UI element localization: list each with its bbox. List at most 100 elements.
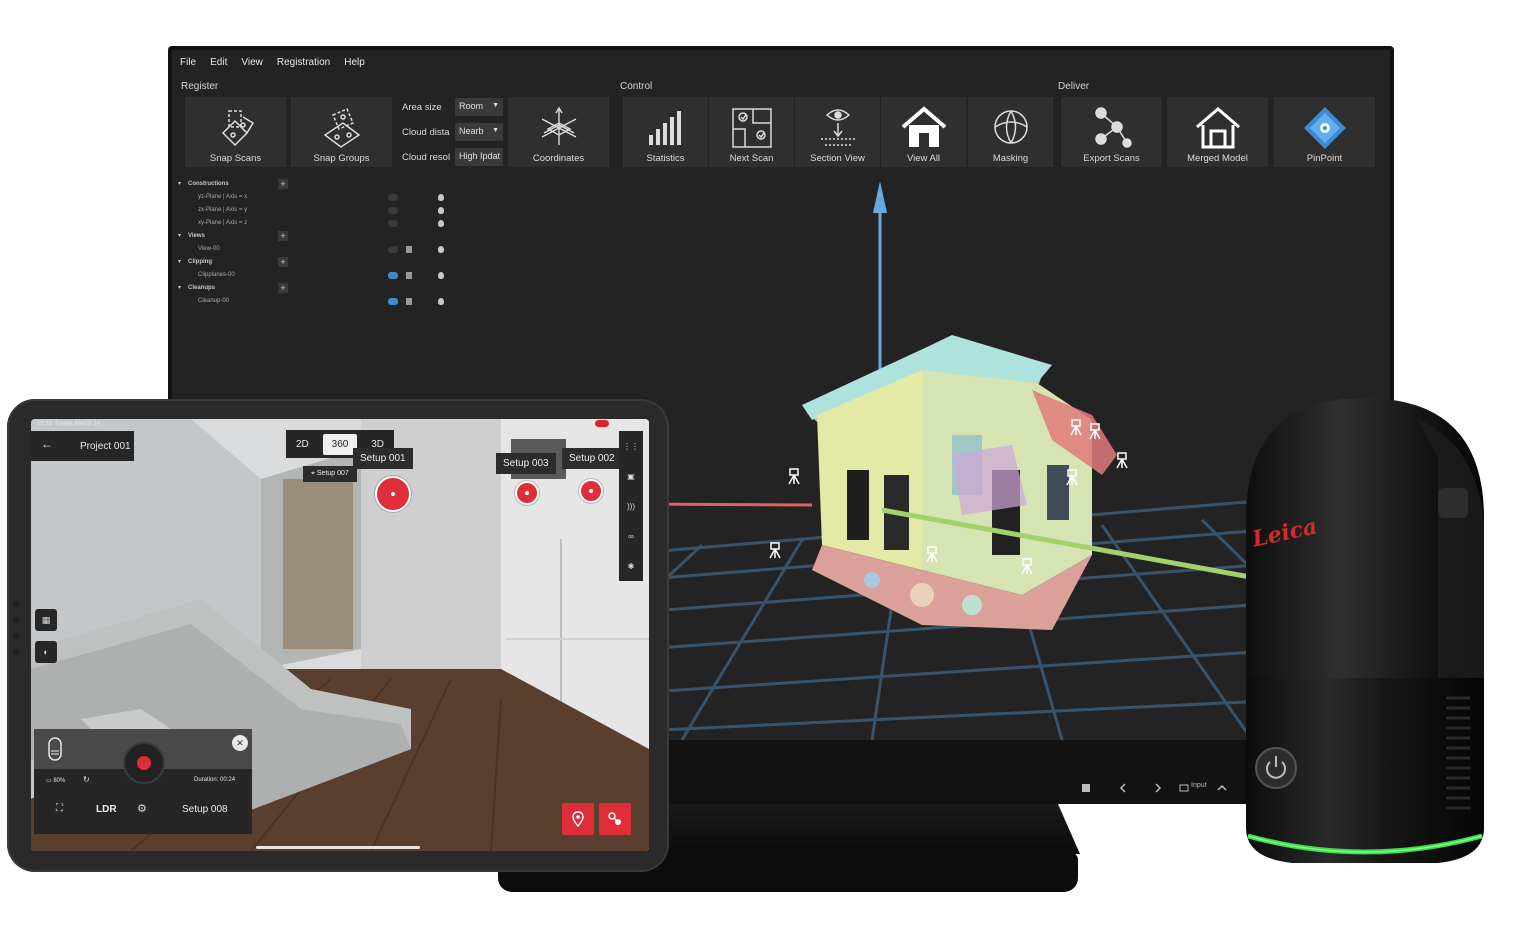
section-view-button[interactable]: Section View [795, 97, 880, 167]
floorplan-icon [731, 108, 772, 148]
menu-bar: File Edit View Registration Help [172, 50, 1390, 74]
record-scan-button[interactable] [123, 742, 165, 784]
object-tree: ▾ Constructions + yz-Plane | Axis = x zx… [176, 178, 446, 308]
color-drop-icon[interactable] [438, 246, 444, 253]
tree-group-cleanups[interactable]: ▾ Cleanups + [176, 282, 446, 295]
ribbon-group-deliver: Deliver [1058, 81, 1090, 92]
add-icon[interactable]: + [278, 257, 288, 267]
setup-001-pin[interactable] [375, 476, 411, 512]
setup-007-label: Setup 007 [316, 470, 349, 477]
tree-item-xy-plane[interactable]: xy-Plane | Axis = z [176, 217, 446, 230]
scan-duration: Duration: 00:24 [194, 777, 236, 783]
link-setups-button[interactable] [599, 803, 631, 835]
refresh-icon[interactable]: ↻ [83, 775, 90, 784]
chevron-down-icon: ▼ [492, 127, 499, 134]
setup-003-tag[interactable]: Setup 003 [496, 453, 556, 474]
tree-item-label: Cleanup-00 [198, 298, 230, 304]
tree-group-views[interactable]: ▾ Views + [176, 230, 446, 243]
ldr-toggle[interactable]: LDR [96, 804, 117, 815]
cloud-distance-value: Nearb [459, 126, 484, 136]
eye-icon[interactable] [388, 220, 398, 227]
coordinates-button[interactable]: Coordinates [508, 97, 609, 167]
export-scans-button[interactable]: Export Scans [1061, 97, 1162, 167]
project-header: ← Project 001 [31, 431, 134, 461]
masking-button[interactable]: Masking [968, 97, 1053, 167]
tree-group-clipping[interactable]: ▾ Clipping + [176, 256, 446, 269]
tree-item-yz-plane[interactable]: yz-Plane | Axis = x [176, 191, 446, 204]
chevron-down-icon: ▼ [492, 102, 499, 109]
tree-item-label: zx-Plane | Axis = y [198, 207, 248, 213]
tripod-icon [1116, 452, 1128, 469]
signal-icon[interactable]: ))) [627, 502, 635, 511]
merged-model-button[interactable]: Merged Model [1167, 97, 1268, 167]
eye-icon[interactable] [388, 246, 398, 253]
mode-2d[interactable]: 2D [290, 435, 315, 454]
menu-edit[interactable]: Edit [210, 57, 227, 68]
trash-icon[interactable] [406, 298, 412, 305]
link-nodes-icon [608, 812, 621, 825]
monitor-stand-neck [640, 804, 1080, 854]
color-drop-icon[interactable] [438, 272, 444, 279]
link-icon[interactable]: ∞ [628, 532, 634, 541]
trash-icon[interactable] [406, 272, 412, 279]
z-axis-arrow [873, 181, 887, 213]
view-all-label: View All [906, 153, 941, 164]
eye-icon[interactable] [388, 207, 398, 214]
tree-item-clipplanes-00[interactable]: Clipplanes-00 [176, 269, 446, 282]
menu-registration[interactable]: Registration [277, 57, 330, 68]
input-label[interactable]: Input [1191, 782, 1207, 789]
tree-item-view-00[interactable]: View-00 [176, 243, 446, 256]
snap-scans-button[interactable]: Snap Scans [185, 97, 286, 167]
eye-icon[interactable] [388, 272, 398, 279]
view-all-button[interactable]: View All [881, 97, 966, 167]
merged-model-label: Merged Model [1187, 153, 1248, 164]
grid-icon[interactable]: ⋮⋮ [623, 442, 639, 451]
focus-icon[interactable]: ⛶ [56, 803, 63, 814]
eye-icon[interactable] [388, 298, 398, 305]
gear-icon[interactable]: ✱ [628, 562, 635, 571]
trash-icon[interactable] [406, 246, 412, 253]
cloud-distance-select[interactable]: Nearb ▼ [455, 123, 503, 141]
setup-007-tag[interactable]: ⌖ Setup 007 [303, 466, 357, 482]
setup-001-tag[interactable]: Setup 001 [353, 448, 413, 469]
next-setup-label: Setup 008 [182, 804, 228, 815]
color-drop-icon[interactable] [438, 220, 444, 227]
color-drop-icon[interactable] [438, 298, 444, 305]
globe-icon [993, 110, 1028, 144]
tree-item-label: yz-Plane | Axis = x [198, 194, 248, 200]
gear-icon[interactable]: ⚙ [137, 802, 147, 815]
pinpoint-button[interactable]: PinPoint [1274, 97, 1375, 167]
recording-indicator [595, 420, 609, 427]
color-drop-icon[interactable] [438, 194, 444, 201]
menu-view[interactable]: View [241, 57, 263, 68]
next-scan-button[interactable]: Next Scan [709, 97, 794, 167]
layout-icon[interactable]: ▦ [35, 609, 57, 631]
share-nodes-icon [1094, 107, 1132, 148]
cloud-resolution-select[interactable]: High Ipdat [455, 148, 503, 166]
layers-icon[interactable]: ◐ [35, 641, 57, 663]
scanner-battery: ▭ 80% [46, 778, 66, 784]
add-icon[interactable]: + [278, 231, 288, 241]
snap-groups-button[interactable]: Snap Groups [291, 97, 392, 167]
setup-003-pin[interactable] [515, 481, 539, 505]
back-arrow-icon[interactable]: ← [41, 437, 53, 451]
area-size-select[interactable]: Room ▼ [455, 98, 503, 116]
add-icon[interactable]: + [278, 179, 288, 189]
place-marker-button[interactable] [562, 803, 594, 835]
cloud-resolution-label: Cloud resol [402, 152, 451, 163]
statistics-button[interactable]: Statistics [623, 97, 708, 167]
setup-002-pin[interactable] [579, 479, 603, 503]
tree-item-zx-plane[interactable]: zx-Plane | Axis = y [176, 204, 446, 217]
tree-item-label: xy-Plane | Axis = z [198, 220, 248, 226]
eye-icon[interactable] [388, 194, 398, 201]
setup-002-tag[interactable]: Setup 002 [562, 448, 622, 469]
tree-group-constructions[interactable]: ▾ Constructions + [176, 178, 446, 191]
tree-item-cleanup-00[interactable]: Cleanup-00 [176, 295, 446, 308]
field-app-screen: 15:31 Friday, March 14 90 % ← Project 00… [31, 419, 649, 851]
menu-help[interactable]: Help [344, 57, 365, 68]
add-icon[interactable]: + [278, 283, 288, 293]
briefcase-icon[interactable]: ▣ [627, 472, 635, 481]
color-drop-icon[interactable] [438, 207, 444, 214]
close-icon[interactable]: ✕ [232, 735, 248, 751]
menu-file[interactable]: File [180, 57, 196, 68]
